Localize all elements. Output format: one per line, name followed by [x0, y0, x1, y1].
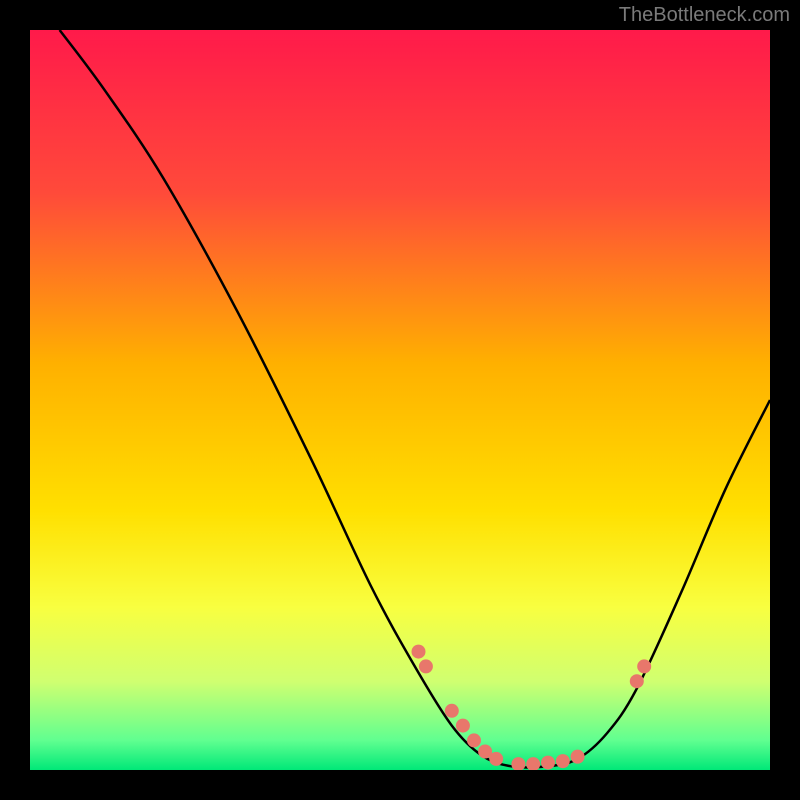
data-point: [467, 733, 481, 747]
data-point: [526, 757, 540, 770]
chart-scatter-points: [30, 30, 770, 770]
data-point: [456, 719, 470, 733]
chart-container: [30, 30, 770, 770]
data-point: [511, 757, 525, 770]
data-point: [412, 645, 426, 659]
data-point: [541, 756, 555, 770]
attribution-text: TheBottleneck.com: [619, 4, 790, 27]
data-point: [637, 659, 651, 673]
data-point: [489, 752, 503, 766]
data-point: [556, 754, 570, 768]
data-point: [419, 659, 433, 673]
data-point: [571, 750, 585, 764]
data-point: [630, 674, 644, 688]
data-point: [445, 704, 459, 718]
